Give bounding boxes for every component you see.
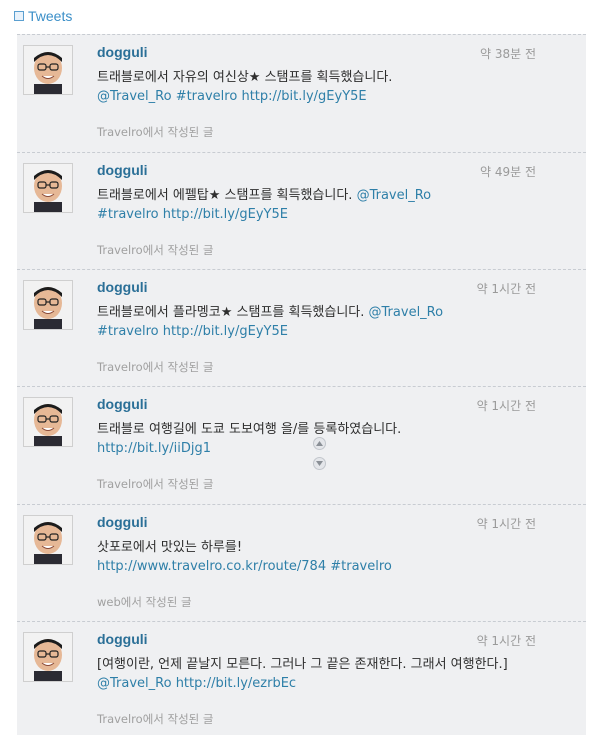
tweet-body: 트래블로 여행길에 도쿄 도보여행 을/를 등록하였습니다. xyxy=(97,422,402,437)
avatar[interactable] xyxy=(23,515,73,565)
tweet-source: Travelro에서 작성된 글 xyxy=(97,243,214,257)
tweet-item: dogguli 약 1시간 전 [여행이란, 언제 끝날지 모른다. 그러나 그… xyxy=(17,622,586,735)
avatar[interactable] xyxy=(23,632,73,682)
avatar-photo-icon xyxy=(24,46,72,94)
tweet-item: dogguli 약 1시간 전 트래블로 여행길에 도쿄 도보여행 을/를 등록… xyxy=(17,387,586,505)
tweet-body: 삿포로에서 맛있는 하루를! xyxy=(97,540,243,555)
mention-link[interactable]: @Travel_Ro xyxy=(357,188,432,203)
avatar-photo-icon xyxy=(24,516,72,564)
tweet-timestamp[interactable]: 약 49분 전 xyxy=(480,163,536,180)
tweet-item: dogguli 약 38분 전 트래블로에서 자유의 여신상★ 스탬프를 획득했… xyxy=(17,35,586,153)
tweet-source: Travelro에서 작성된 글 xyxy=(97,712,214,726)
tweet-timestamp[interactable]: 약 1시간 전 xyxy=(477,397,536,414)
tweet-source: Travelro에서 작성된 글 xyxy=(97,125,214,139)
tweet-body: [여행이란, 언제 끝날지 모른다. 그러나 그 끝은 존재한다. 그래서 여행… xyxy=(97,657,508,672)
tweet-body: 트래블로에서 에펠탑★ 스탬프를 획득했습니다. xyxy=(97,188,353,203)
tweet-text: 트래블로에서 플라멩코★ 스탬프를 획득했습니다. @Travel_Ro #tr… xyxy=(97,303,542,341)
tweet-text: 트래블로에서 자유의 여신상★ 스탬프를 획득했습니다. @Travel_Ro … xyxy=(97,68,542,106)
tweet-username[interactable]: dogguli xyxy=(97,44,148,60)
mention-link[interactable]: @Travel_Ro xyxy=(97,89,172,104)
tweets-title[interactable]: Tweets xyxy=(28,8,72,24)
tweet-item: dogguli 약 1시간 전 삿포로에서 맛있는 하루를! http://ww… xyxy=(17,505,586,622)
tweet-item: dogguli 약 1시간 전 트래블로에서 플라멩코★ 스탬프를 획득했습니다… xyxy=(17,270,586,387)
url-link[interactable]: http://bit.ly/gEyY5E xyxy=(163,207,288,222)
tweets-header: Tweets xyxy=(14,6,72,26)
hashtag-link[interactable]: #travelro xyxy=(330,559,392,574)
tweet-text: 삿포로에서 맛있는 하루를! http://www.travelro.co.kr… xyxy=(97,538,542,576)
avatar[interactable] xyxy=(23,280,73,330)
tweet-timestamp[interactable]: 약 38분 전 xyxy=(480,45,536,62)
tweet-list: dogguli 약 38분 전 트래블로에서 자유의 여신상★ 스탬프를 획득했… xyxy=(17,34,586,735)
scroll-down-button[interactable] xyxy=(313,457,326,470)
mention-link[interactable]: @Travel_Ro xyxy=(97,676,172,691)
tweet-text: [여행이란, 언제 끝날지 모른다. 그러나 그 끝은 존재한다. 그래서 여행… xyxy=(97,655,542,693)
avatar-photo-icon xyxy=(24,281,72,329)
tweet-source: Travelro에서 작성된 글 xyxy=(97,477,214,491)
avatar[interactable] xyxy=(23,397,73,447)
avatar-photo-icon xyxy=(24,398,72,446)
tweet-timestamp[interactable]: 약 1시간 전 xyxy=(477,632,536,649)
tweet-username[interactable]: dogguli xyxy=(97,631,148,647)
arrow-up-icon xyxy=(316,441,323,446)
scroll-up-button[interactable] xyxy=(313,437,326,450)
hashtag-link[interactable]: #travelro xyxy=(176,89,238,104)
avatar-photo-icon xyxy=(24,633,72,681)
tweet-text: 트래블로에서 에펠탑★ 스탬프를 획득했습니다. @Travel_Ro #tra… xyxy=(97,186,542,224)
tweet-timestamp[interactable]: 약 1시간 전 xyxy=(477,280,536,297)
url-link[interactable]: http://bit.ly/ezrbEc xyxy=(176,676,296,691)
tweet-username[interactable]: dogguli xyxy=(97,279,148,295)
tweet-source: Travelro에서 작성된 글 xyxy=(97,360,214,374)
square-icon xyxy=(14,11,24,21)
url-link[interactable]: http://bit.ly/gEyY5E xyxy=(163,324,288,339)
tweet-body: 트래블로에서 자유의 여신상★ 스탬프를 획득했습니다. xyxy=(97,70,393,85)
hashtag-link[interactable]: #travelro xyxy=(97,324,159,339)
tweet-username[interactable]: dogguli xyxy=(97,396,148,412)
tweet-item: dogguli 약 49분 전 트래블로에서 에펠탑★ 스탬프를 획득했습니다.… xyxy=(17,153,586,270)
tweet-username[interactable]: dogguli xyxy=(97,162,148,178)
tweet-body: 트래블로에서 플라멩코★ 스탬프를 획득했습니다. xyxy=(97,305,365,320)
tweet-timestamp[interactable]: 약 1시간 전 xyxy=(477,515,536,532)
url-link[interactable]: http://bit.ly/gEyY5E xyxy=(241,89,366,104)
avatar[interactable] xyxy=(23,45,73,95)
hashtag-link[interactable]: #travelro xyxy=(97,207,159,222)
tweet-source: web에서 작성된 글 xyxy=(97,595,192,609)
url-link[interactable]: http://www.travelro.co.kr/route/784 xyxy=(97,559,326,574)
avatar[interactable] xyxy=(23,163,73,213)
url-link[interactable]: http://bit.ly/iiDjg1 xyxy=(97,441,211,456)
mention-link[interactable]: @Travel_Ro xyxy=(369,305,444,320)
arrow-down-icon xyxy=(316,461,323,466)
tweet-username[interactable]: dogguli xyxy=(97,514,148,530)
avatar-photo-icon xyxy=(24,164,72,212)
